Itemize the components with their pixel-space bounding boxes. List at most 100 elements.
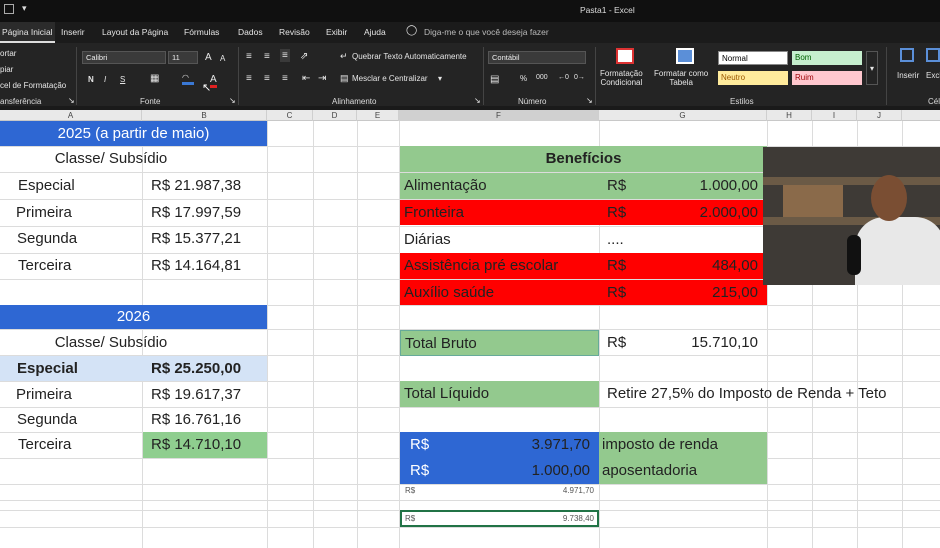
tab-formulas[interactable]: Fórmulas <box>184 27 219 37</box>
align-right-icon[interactable]: ≡ <box>282 73 288 84</box>
sum1-currency[interactable]: R$ <box>405 484 435 498</box>
year-2025-header[interactable]: 2025 (a partir de maio) <box>0 121 267 146</box>
format-table-icon[interactable] <box>676 48 694 64</box>
tab-insert[interactable]: Inserir <box>61 27 85 37</box>
style-bom[interactable]: Bom <box>792 51 862 65</box>
subsidy-primeira-2026[interactable]: R$ 19.617,37 <box>151 382 263 408</box>
font-name-select[interactable]: Calibri <box>82 51 166 64</box>
benefit-currency-diarias[interactable]: .... <box>607 227 647 253</box>
orientation-icon[interactable]: ⇗ <box>300 51 308 62</box>
benefits-header[interactable]: Benefícios <box>400 146 767 172</box>
class-subsidy-label-2025[interactable]: Classe/ Subsídio <box>0 146 222 172</box>
benefit-currency-fronteira[interactable]: R$ <box>607 200 647 226</box>
styles-more-icon[interactable]: ▾ <box>866 51 878 85</box>
align-middle-icon[interactable]: ≡ <box>264 51 270 62</box>
alignment-launcher-icon[interactable]: ↘ <box>474 96 481 105</box>
sum2-currency[interactable]: R$ <box>405 511 435 526</box>
comma-button[interactable]: 000 <box>536 74 548 81</box>
number-format-select[interactable]: Contábil <box>488 51 586 64</box>
tell-me-box[interactable]: Diga-me o que você deseja fazer <box>424 27 549 37</box>
benefit-name-alimentacao[interactable]: Alimentação <box>404 173 598 199</box>
benefit-name-fronteira[interactable]: Fronteira <box>404 200 598 226</box>
font-launcher-icon[interactable]: ↘ <box>229 96 236 105</box>
merge-dropdown-icon[interactable]: ▾ <box>438 74 442 83</box>
class-primeira-2025[interactable]: Primeira <box>16 200 140 226</box>
tab-page-layout[interactable]: Layout da Página <box>102 27 168 37</box>
conditional-format-button[interactable]: Formatação Condicional <box>600 69 643 87</box>
increase-indent-icon[interactable]: ⇥ <box>318 73 326 84</box>
benefit-currency-saude[interactable]: R$ <box>607 280 647 306</box>
class-segunda-2025[interactable]: Segunda <box>17 226 140 252</box>
delete-cells-icon[interactable] <box>926 48 940 62</box>
total-bruto-currency[interactable]: R$ <box>607 330 647 356</box>
subsidy-terceira-2025[interactable]: R$ 14.164,81 <box>151 253 263 279</box>
clipboard-launcher-icon[interactable]: ↘ <box>68 96 75 105</box>
benefit-value-saude[interactable]: 215,00 <box>650 280 758 306</box>
deduction-currency-aposentadoria[interactable]: R$ <box>410 458 440 484</box>
tab-home[interactable]: Página Inicial <box>0 22 55 43</box>
benefit-name-diarias[interactable]: Diárias <box>404 227 598 253</box>
benefit-currency-assistencia[interactable]: R$ <box>607 253 647 279</box>
bold-button[interactable]: N <box>88 75 94 84</box>
wrap-text-button[interactable]: Quebrar Texto Automaticamente <box>352 52 467 61</box>
sum1-value[interactable]: 4.971,70 <box>490 484 594 498</box>
class-primeira-2026[interactable]: Primeira <box>16 382 140 408</box>
total-bruto-value[interactable]: 15.710,10 <box>650 330 758 356</box>
benefit-currency-alimentacao[interactable]: R$ <box>607 173 647 199</box>
decrease-decimal-icon[interactable]: 0→ <box>574 74 585 81</box>
save-icon[interactable] <box>4 4 14 14</box>
insert-cells-button[interactable]: Inserir <box>897 71 919 80</box>
tab-help[interactable]: Ajuda <box>364 27 386 37</box>
sum2-value[interactable]: 9.738,40 <box>490 511 594 526</box>
class-especial-2026[interactable]: Especial <box>17 356 139 382</box>
column-header-j[interactable]: J <box>857 110 902 121</box>
currency-icon[interactable]: ▤ <box>490 74 499 85</box>
style-normal[interactable]: Normal <box>718 51 788 65</box>
column-header-h[interactable]: H <box>767 110 812 121</box>
class-segunda-2026[interactable]: Segunda <box>17 407 140 433</box>
align-top-icon[interactable]: ≡ <box>246 51 252 62</box>
style-ruim[interactable]: Ruim <box>792 71 862 85</box>
deduction-currency-ir[interactable]: R$ <box>410 432 440 458</box>
year-2026-header[interactable]: 2026 <box>0 305 267 329</box>
tab-view[interactable]: Exibir <box>326 27 347 37</box>
subsidy-segunda-2026[interactable]: R$ 16.761,16 <box>151 407 263 433</box>
tab-review[interactable]: Revisão <box>279 27 310 37</box>
fill-color-icon[interactable]: ◠ <box>182 73 194 85</box>
total-bruto-label[interactable]: Total Bruto <box>400 330 599 356</box>
benefit-name-saude[interactable]: Auxílio saúde <box>404 280 598 306</box>
class-terceira-2025[interactable]: Terceira <box>18 253 140 279</box>
merge-center-button[interactable]: Mesclar e Centralizar <box>352 74 428 83</box>
grow-font-button[interactable]: A <box>205 52 212 63</box>
copy-button[interactable]: piar <box>0 65 13 74</box>
class-subsidy-label-2026[interactable]: Classe/ Subsídio <box>0 330 222 356</box>
merge-center-icon[interactable]: ▤ <box>340 73 349 84</box>
percent-button[interactable]: % <box>520 74 527 83</box>
benefit-name-assistencia[interactable]: Assistência pré escolar <box>404 253 598 279</box>
shrink-font-button[interactable]: A <box>220 54 225 63</box>
benefit-value-fronteira[interactable]: 2.000,00 <box>650 200 758 226</box>
subsidy-especial-2026[interactable]: R$ 25.250,00 <box>151 356 265 382</box>
wrap-text-icon[interactable]: ↵ <box>340 51 348 62</box>
borders-icon[interactable]: ▦ <box>150 73 159 84</box>
column-header-a[interactable]: A <box>0 110 142 121</box>
column-header-e[interactable]: E <box>357 110 399 121</box>
italic-button[interactable]: I <box>104 75 106 84</box>
column-header-f[interactable]: F <box>399 110 599 121</box>
cut-button[interactable]: ortar <box>0 49 16 58</box>
column-header-c[interactable]: C <box>267 110 313 121</box>
column-header-d[interactable]: D <box>313 110 357 121</box>
align-bottom-icon[interactable]: ≡ <box>280 49 290 62</box>
format-as-table-button[interactable]: Formatar como Tabela <box>654 69 708 87</box>
delete-cells-button[interactable]: Excl <box>926 71 940 80</box>
tab-data[interactable]: Dados <box>238 27 263 37</box>
align-center-icon[interactable]: ≡ <box>264 73 270 84</box>
insert-cells-icon[interactable] <box>900 48 914 62</box>
subsidy-segunda-2025[interactable]: R$ 15.377,21 <box>151 226 263 252</box>
column-header-i[interactable]: I <box>812 110 857 121</box>
benefit-value-assistencia[interactable]: 484,00 <box>650 253 758 279</box>
style-neutro[interactable]: Neutro <box>718 71 788 85</box>
total-liquido-label[interactable]: Total Líquido <box>400 381 599 407</box>
number-launcher-icon[interactable]: ↘ <box>586 96 593 105</box>
format-painter-button[interactable]: cel de Formatação <box>0 81 66 90</box>
